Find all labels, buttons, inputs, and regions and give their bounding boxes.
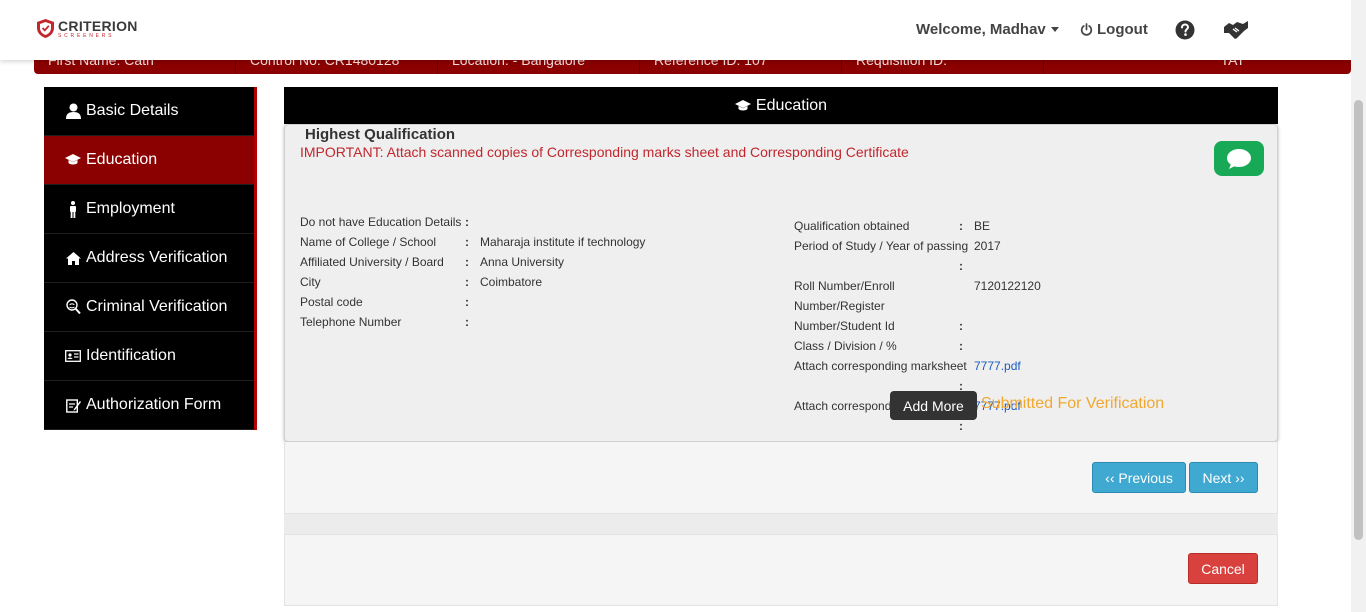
field-colon: :: [465, 215, 469, 229]
field-marksheet-label: Attach corresponding marksheet: [794, 359, 967, 373]
help-icon[interactable]: [1175, 20, 1195, 45]
section-gap: [284, 514, 1278, 534]
sidebar-item-address-verification[interactable]: Address Verification: [44, 234, 254, 283]
next-button[interactable]: Next ››: [1189, 462, 1258, 493]
field-period-value: 2017: [974, 239, 1001, 253]
verification-status: Submitted For Verification: [981, 395, 1165, 412]
field-university-label: Affiliated University / Board: [300, 255, 444, 269]
section-title-bar: Education: [284, 87, 1278, 124]
field-colon: :: [959, 319, 963, 333]
field-colon: :: [959, 259, 963, 273]
handshake-icon[interactable]: [1223, 19, 1249, 46]
field-colon: :: [959, 219, 963, 233]
field-colon: :: [465, 275, 469, 289]
field-telephone-label: Telephone Number: [300, 315, 402, 329]
panel-heading: Highest Qualification: [305, 126, 456, 143]
graduation-cap-icon: [64, 154, 82, 166]
graduation-cap-icon: [734, 99, 751, 110]
add-more-button[interactable]: Add More: [890, 391, 977, 420]
sidebar-item-criminal-verification[interactable]: Criminal Verification: [44, 283, 254, 332]
field-no-education-label: Do not have Education Details: [300, 215, 462, 229]
criterion-logo[interactable]: CRITERION SCREENERS: [37, 19, 138, 40]
cancel-button[interactable]: Cancel: [1188, 553, 1258, 584]
main-content: Education Highest Qualification IMPORTAN…: [284, 87, 1278, 606]
field-roll-label-3: Number/Student Id: [794, 319, 895, 333]
top-header: CRITERION SCREENERS Welcome, Madhav Logo…: [0, 0, 1366, 60]
male-icon: [64, 200, 82, 218]
logout-label: Logout: [1097, 21, 1148, 38]
field-roll-label-2: Number/Register: [794, 299, 885, 313]
field-colon: :: [465, 315, 469, 329]
sidebar-item-label: Authorization Form: [86, 396, 222, 413]
field-qualification-label: Qualification obtained: [794, 219, 910, 233]
field-colon: :: [465, 295, 469, 309]
field-college-value: Maharaja institute if technology: [480, 235, 646, 249]
chat-bubble-icon: [1227, 148, 1251, 169]
id-card-icon: [64, 350, 82, 362]
page-scrollbar[interactable]: [1351, 0, 1366, 612]
sidebar-item-label: Address Verification: [86, 249, 228, 266]
field-colon: :: [465, 235, 469, 249]
sidebar-item-authorization-form[interactable]: Authorization Form: [44, 381, 254, 430]
shield-logo-icon: [37, 19, 54, 38]
sidebar-item-identification[interactable]: Identification: [44, 332, 254, 381]
field-class-label: Class / Division / %: [794, 339, 897, 353]
sidebar-item-basic-details[interactable]: Basic Details: [44, 87, 254, 136]
field-roll-label-1: Roll Number/Enroll: [794, 279, 895, 293]
chat-button[interactable]: [1214, 141, 1264, 176]
education-panel: Highest Qualification IMPORTANT: Attach …: [284, 124, 1278, 442]
brand-name: CRITERION: [58, 18, 138, 34]
sidebar-item-label: Education: [86, 151, 158, 168]
field-city-label: City: [300, 275, 321, 289]
field-qualification-value: BE: [974, 219, 991, 233]
field-colon: :: [959, 339, 963, 353]
sidebar-nav: Basic Details Education Employment Addre…: [44, 87, 257, 430]
cancel-box: Cancel: [284, 534, 1278, 606]
sidebar-item-label: Identification: [86, 347, 176, 364]
welcome-label: Welcome, Madhav: [916, 21, 1046, 38]
pagination-box: ‹‹ Previous Next ››: [284, 442, 1278, 514]
previous-button[interactable]: ‹‹ Previous: [1092, 462, 1186, 493]
home-icon: [64, 251, 82, 265]
scrollbar-thumb[interactable]: [1354, 100, 1363, 540]
welcome-user-dropdown[interactable]: Welcome, Madhav: [916, 21, 1059, 38]
field-roll-value: 7120122120: [974, 279, 1041, 293]
field-colon: :: [465, 255, 469, 269]
edit-form-icon: [64, 398, 82, 413]
section-title: Education: [755, 96, 828, 114]
marksheet-file-link[interactable]: 7777.pdf: [974, 356, 1021, 376]
caret-down-icon: [1050, 27, 1059, 32]
field-college-label: Name of College / School: [300, 235, 437, 249]
field-period-label: Period of Study / Year of passing: [794, 239, 969, 253]
field-postal-label: Postal code: [300, 295, 363, 309]
brand-subtitle: SCREENERS: [58, 33, 115, 39]
sidebar-item-employment[interactable]: Employment: [44, 185, 254, 234]
field-university-value: Anna University: [480, 255, 565, 269]
power-icon: [1080, 23, 1093, 36]
important-notice: IMPORTANT: Attach scanned copies of Corr…: [300, 144, 909, 160]
sidebar-item-label: Basic Details: [86, 102, 179, 119]
logout-button[interactable]: Logout: [1080, 21, 1148, 38]
sidebar-item-education[interactable]: Education: [44, 136, 254, 185]
sidebar-item-label: Criminal Verification: [86, 298, 228, 315]
sidebar-item-label: Employment: [86, 200, 175, 217]
field-city-value: Coimbatore: [480, 275, 543, 289]
user-icon: [64, 103, 82, 119]
fingerprint-search-icon: [64, 299, 82, 315]
